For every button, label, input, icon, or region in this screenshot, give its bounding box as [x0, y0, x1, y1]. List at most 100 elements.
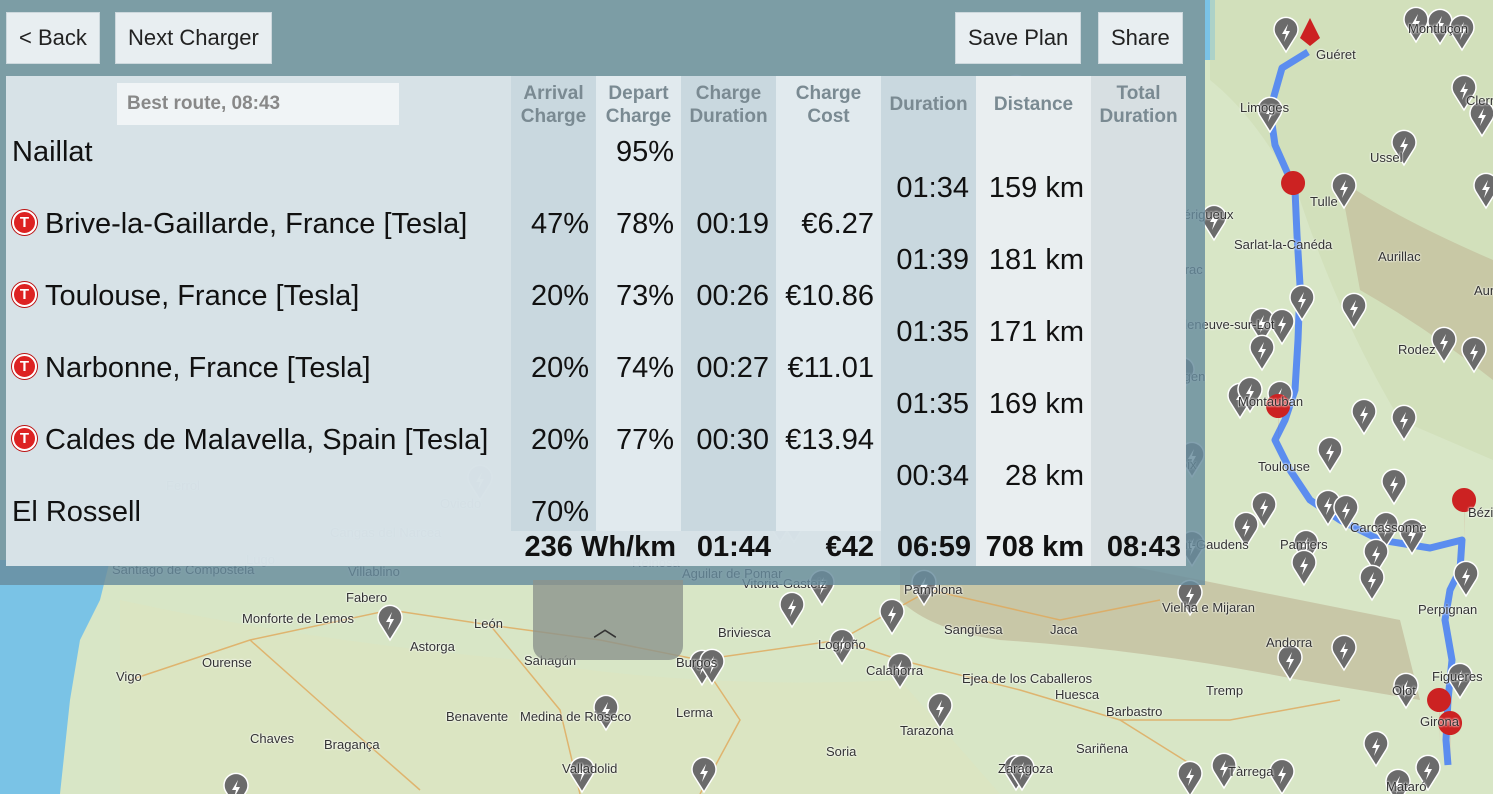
- total-charge-duration: 01:44: [696, 531, 771, 563]
- map-place-label: Calahorra: [866, 663, 924, 678]
- header-charge-duration: Charge Duration: [689, 83, 768, 127]
- charge-duration: 00:26: [696, 280, 769, 312]
- arrival-charge: 20%: [530, 280, 589, 312]
- map-place-label: Fabero: [346, 590, 388, 605]
- collapse-panel-button[interactable]: ︿: [533, 580, 683, 660]
- charge-duration: 00:30: [696, 424, 769, 456]
- map-place-label: Pamiers: [1280, 537, 1328, 552]
- stop-name-text: El Rossell: [12, 496, 141, 528]
- map-place-label: Briviesca: [718, 625, 771, 640]
- map-place-label: Andorra: [1266, 635, 1313, 650]
- arrival-charge: 20%: [530, 424, 589, 456]
- stop-name[interactable]: El Rossell: [12, 496, 141, 528]
- leg-distance: 169 km: [988, 388, 1084, 420]
- map-place-label: Vielha e Mijaran: [1162, 600, 1255, 615]
- map-place-label: Monforte de Lemos: [242, 611, 355, 626]
- charge-duration: 00:27: [696, 352, 769, 384]
- route-table: Best route, 08:43 Arrival Charge Depart Ch…: [6, 76, 1186, 566]
- leg-distance: 159 km: [988, 172, 1084, 204]
- map-place-label: Sarlat-la-Canéda: [1234, 237, 1333, 252]
- leg-distance: 181 km: [988, 244, 1084, 276]
- header-total-duration: Total Duration: [1099, 83, 1178, 127]
- stop-name[interactable]: Naillat: [12, 136, 93, 168]
- charge-cost: €10.86: [785, 280, 874, 312]
- leg-distance: 28 km: [1005, 460, 1084, 492]
- stop-name-text: Toulouse, France [Tesla]: [45, 280, 360, 312]
- map-place-label: Valladolid: [562, 761, 618, 776]
- map-place-label: Sariñena: [1076, 741, 1129, 756]
- arrival-charge: 20%: [530, 352, 589, 384]
- arrival-charge: 70%: [530, 496, 589, 528]
- map-place-label: León: [474, 616, 503, 631]
- tesla-logo-icon: T: [12, 353, 37, 379]
- map-place-label: Figueres: [1432, 669, 1483, 684]
- leg-duration: 01:35: [896, 388, 969, 420]
- stop-name[interactable]: T Caldes de Malavella, Spain [Tesla]: [12, 424, 488, 456]
- map-place-label: Olot: [1392, 683, 1416, 698]
- map-place-label: Burgos: [676, 655, 718, 670]
- map-place-label: Pamplona: [904, 582, 963, 597]
- charger-marker-icon[interactable]: [223, 772, 249, 794]
- map-place-label: Clermont-Ferrand: [1466, 93, 1493, 108]
- map-place-label: Carcassonne: [1350, 520, 1427, 535]
- stop-name[interactable]: T Brive-la-Gaillarde, France [Tesla]: [12, 208, 467, 240]
- map-place-label: Vigo: [116, 669, 142, 684]
- header-depart-charge: Depart Charge: [605, 83, 672, 127]
- map-place-label: Mataró: [1386, 779, 1427, 794]
- total-efficiency: 236 Wh/km: [524, 531, 677, 563]
- route-summary-label: Best route, 08:43: [117, 83, 399, 125]
- map-place-label: Guéret: [1316, 47, 1356, 62]
- depart-charge: 77%: [615, 424, 674, 456]
- map-place-label: Soria: [826, 744, 857, 759]
- header-arrival-charge: Arrival Charge: [520, 83, 587, 127]
- map-place-label: Montluçon: [1408, 21, 1468, 36]
- map-place-label: Rodez: [1398, 342, 1436, 357]
- map-place-label: Aurillac: [1378, 249, 1421, 264]
- map-place-label: Astorga: [410, 639, 455, 654]
- charge-cost: €13.94: [785, 424, 874, 456]
- next-charger-button[interactable]: Next Charger: [115, 12, 272, 64]
- total-distance: 708 km: [985, 531, 1084, 563]
- map-place-label: Aumont: [1474, 283, 1493, 298]
- depart-charge: 73%: [615, 280, 674, 312]
- map-place-label: Tremp: [1206, 683, 1244, 698]
- charge-cost: €11.01: [787, 352, 874, 384]
- map-place-label: Perpignan: [1418, 602, 1478, 617]
- stop-name-text: Caldes de Malavella, Spain [Tesla]: [45, 424, 489, 456]
- share-button[interactable]: Share: [1098, 12, 1183, 64]
- depart-charge: 78%: [615, 208, 674, 240]
- map-place-label: Tarazona: [900, 723, 954, 738]
- chevron-up-icon: ︿: [593, 615, 617, 642]
- map-place-label: Ejea de los Caballeros: [962, 671, 1093, 686]
- total-charge-cost: €42: [825, 531, 874, 563]
- map-place-label: Béziers: [1468, 505, 1493, 520]
- map-place-label: Montauban: [1238, 394, 1304, 409]
- map-place-label: Tulle: [1310, 194, 1338, 209]
- tesla-logo-icon: T: [12, 281, 37, 307]
- charge-cost: €6.27: [801, 208, 874, 240]
- map-place-label: Bragança: [324, 737, 380, 752]
- map-place-label: Toulouse: [1258, 459, 1311, 474]
- save-plan-button[interactable]: Save Plan: [955, 12, 1082, 64]
- depart-charge: 95%: [615, 136, 674, 168]
- back-button[interactable]: < Back: [6, 12, 100, 64]
- leg-distance: 171 km: [988, 316, 1084, 348]
- leg-duration: 01:34: [896, 172, 969, 204]
- map-place-label: Logroño: [818, 637, 866, 652]
- stop-name[interactable]: T Narbonne, France [Tesla]: [12, 352, 371, 384]
- map-place-label: Limoges: [1240, 100, 1290, 115]
- map-place-label: Lerma: [676, 705, 713, 720]
- stop-name[interactable]: T Toulouse, France [Tesla]: [12, 280, 359, 312]
- leg-duration: 01:39: [896, 244, 969, 276]
- map-place-label: Chaves: [250, 731, 295, 746]
- arrival-charge: 47%: [530, 208, 589, 240]
- header-charge-cost: Charge Cost: [795, 83, 862, 127]
- map-place-label: Tàrrega: [1228, 764, 1274, 779]
- depart-charge: 74%: [615, 352, 674, 384]
- tesla-logo-icon: T: [12, 425, 37, 451]
- stop-name-text: Naillat: [12, 136, 93, 168]
- header-duration: Duration: [889, 94, 968, 115]
- map-place-label: Girona: [1420, 714, 1460, 729]
- map-place-label: Ussel: [1370, 150, 1403, 165]
- map-place-label: Huesca: [1055, 687, 1100, 702]
